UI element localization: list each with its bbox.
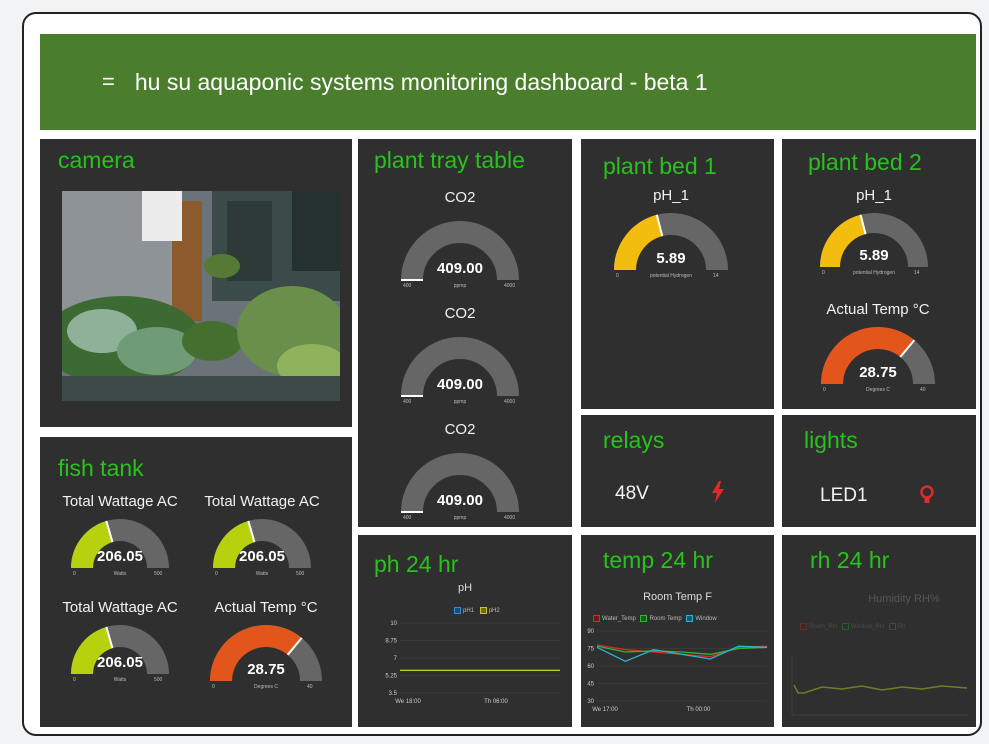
ph1-gauge-label: pH_1	[653, 187, 689, 204]
wattage-gauge-2-label: Total Wattage AC	[204, 493, 320, 510]
wattage-gauge-3-max: 500	[154, 677, 163, 683]
ph-chart-x-tick: We 18:00	[395, 699, 421, 705]
rh-series-line	[793, 684, 968, 694]
temp-chart-y-tick: 30	[587, 699, 594, 705]
plant-bed-1-panel: plant bed 1 pH_1 5.89 0 14 potential Hydroge…	[581, 139, 774, 409]
temp-chart[interactable]: 90 75 60 45 30 We 17:00 Th 00:00	[581, 535, 774, 727]
bed2-temp-gauge-unit: Degrees C	[866, 387, 890, 393]
bed2-ph1-gauge-unit: potential Hydrogen	[853, 270, 895, 276]
fish-tank-title: fish tank	[58, 455, 144, 481]
plant-tray-panel: plant tray table CO2 409.00 400 4000 ppmp CO2…	[358, 139, 572, 527]
ph-chart[interactable]: 10 8.75 7 5.25 3.5 We 18:00 Th 06:00	[358, 535, 572, 727]
fish-temp-gauge-unit: Degrees C	[254, 684, 278, 690]
bed2-temp-gauge-label: Actual Temp °C	[826, 301, 930, 318]
camera-title: camera	[58, 147, 135, 173]
camera-panel: camera	[40, 139, 352, 427]
wattage-gauge-2-unit: Watts	[255, 571, 269, 577]
temp-chart-y-tick: 75	[587, 647, 594, 653]
ph-chart-y-tick: 7	[394, 656, 398, 662]
ph1-gauge-max: 14	[713, 273, 719, 279]
co2-gauge-2-min: 400	[403, 399, 412, 405]
co2-gauge-1-min: 400	[403, 283, 412, 289]
wattage-gauge-1-min: 0	[73, 571, 76, 577]
bed2-temp-gauge-min: 0	[823, 387, 826, 393]
ph1-gauge-min: 0	[616, 273, 619, 279]
bed2-ph1-gauge-min: 0	[822, 270, 825, 276]
fish-temp-gauge-max: 40	[307, 684, 313, 690]
bed2-ph1-gauge-label: pH_1	[856, 187, 892, 204]
wattage-gauge-3-min: 0	[73, 677, 76, 683]
co2-gauge-3-label: CO2	[444, 421, 476, 438]
bed2-temp-gauge-max: 40	[920, 387, 926, 393]
co2-gauge-3-max: 4000	[504, 515, 516, 521]
bolt-icon[interactable]	[711, 481, 725, 508]
wattage-gauge-1-unit: Watts	[113, 571, 127, 577]
ph-chart-y-tick: 10	[390, 621, 397, 627]
co2-gauge-1-unit: ppmp	[453, 283, 467, 289]
temp-chart-x-tick: We 17:00	[592, 707, 618, 713]
co2-gauge-2-value: 409.00	[437, 376, 483, 393]
temp-24hr-panel: temp 24 hr Room Temp F Water_Temp Room T…	[581, 535, 774, 727]
lights-panel: lights LED1	[782, 415, 976, 527]
rh-chart[interactable]	[782, 535, 976, 727]
wattage-gauge-3-unit: Watts	[113, 677, 127, 683]
rh-24hr-panel: rh 24 hr Humidity RH% Room_RH Window_RH …	[782, 535, 976, 727]
lights-title: lights	[804, 427, 858, 453]
ph-chart-y-tick: 3.5	[389, 691, 398, 697]
wattage-gauge-2-max: 500	[296, 571, 305, 577]
ph-chart-x-tick: Th 06:00	[484, 699, 508, 705]
fish-temp-gauge-min: 0	[212, 684, 215, 690]
co2-gauge-2-unit: ppmp	[453, 399, 467, 405]
wattage-gauge-2-min: 0	[215, 571, 218, 577]
fish-temp-gauge-label: Actual Temp °C	[214, 599, 318, 616]
bed2-temp-gauge-value: 28.75	[859, 364, 897, 381]
ph-chart-y-tick: 8.75	[385, 639, 397, 645]
fish-temp-gauge-value: 28.75	[247, 661, 285, 678]
co2-gauge-2-max: 4000	[504, 399, 516, 405]
bulb-icon[interactable]	[920, 485, 934, 510]
wattage-gauge-3-label: Total Wattage AC	[62, 599, 178, 616]
plant-bed-2-title: plant bed 2	[808, 149, 922, 175]
ph1-gauge-value: 5.89	[656, 250, 686, 267]
page-title: hu su aquaponic systems monitoring dashb…	[134, 68, 708, 95]
wattage-gauge-1-label: Total Wattage AC	[62, 493, 178, 510]
relay-48v-label: 48V	[615, 483, 649, 504]
temp-chart-y-tick: 45	[587, 682, 594, 688]
co2-gauge-2-label: CO2	[444, 305, 476, 322]
wattage-gauge-1-max: 500	[154, 571, 163, 577]
light-led1-label: LED1	[820, 485, 868, 506]
bed2-ph1-gauge-value: 5.89	[859, 247, 889, 264]
temp-chart-x-tick: Th 00:00	[687, 707, 711, 713]
co2-gauge-3-min: 400	[403, 515, 412, 521]
ph-chart-y-tick: 5.25	[385, 674, 397, 680]
ph-24hr-panel: ph 24 hr pH pH1 pH2 10 8.75 7 5.25 3.5 We 18:…	[358, 535, 572, 727]
co2-gauge-3-unit: ppmp	[453, 515, 467, 521]
wattage-gauge-1-value: 206.05	[97, 548, 143, 565]
temp-chart-y-tick: 90	[587, 629, 594, 635]
plant-bed-2-panel: plant bed 2 pH_1 5.89 0 14 potential Hydroge…	[782, 139, 976, 409]
plant-bed-1-title: plant bed 1	[603, 153, 717, 179]
menu-icon[interactable]: =	[102, 69, 115, 95]
bed2-ph1-gauge-max: 14	[914, 270, 920, 276]
co2-gauge-1-max: 4000	[504, 283, 516, 289]
wattage-gauge-2-value: 206.05	[239, 548, 285, 565]
relays-title: relays	[603, 427, 665, 453]
co2-gauge-1-label: CO2	[444, 189, 476, 206]
co2-gauge-1-value: 409.00	[437, 260, 483, 277]
co2-gauge-3-value: 409.00	[437, 492, 483, 509]
relays-panel: relays 48V	[581, 415, 774, 527]
ph1-gauge-unit: potential Hydrogen	[650, 273, 692, 279]
plant-tray-title: plant tray table	[374, 147, 525, 173]
temp-chart-y-tick: 60	[587, 664, 594, 670]
camera-image[interactable]	[62, 191, 340, 401]
wattage-gauge-3-value: 206.05	[97, 654, 143, 671]
fish-tank-panel: fish tank Total Wattage AC 206.05 0 500 Watt…	[40, 437, 352, 727]
header-bar: = hu su aquaponic systems monitoring das…	[40, 34, 976, 130]
